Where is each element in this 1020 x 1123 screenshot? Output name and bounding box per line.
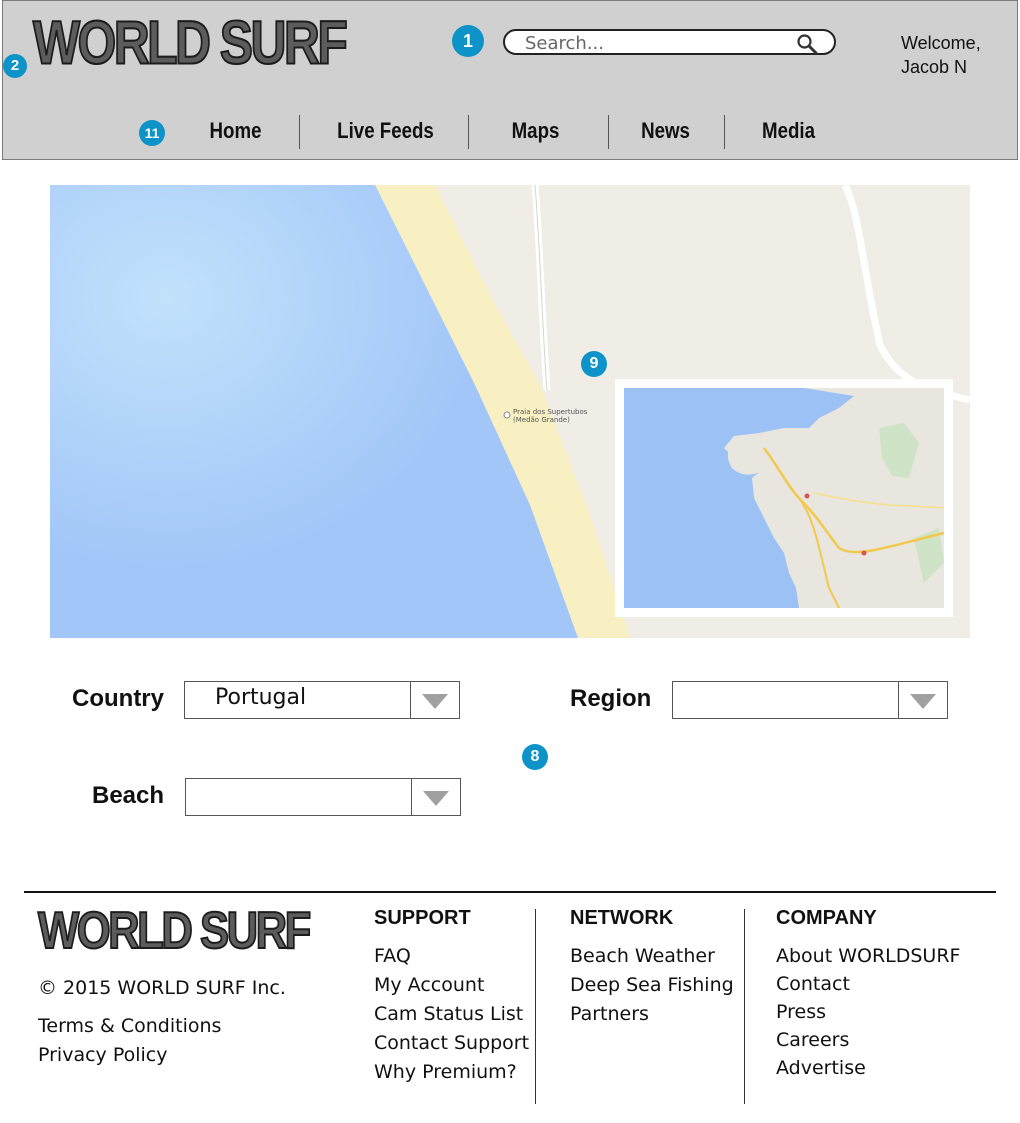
country-select-value: Portugal xyxy=(215,685,307,710)
country-select-toggle[interactable] xyxy=(410,682,459,718)
site-logo[interactable]: WORLD SURF xyxy=(32,11,349,74)
footer-column-divider xyxy=(744,909,745,1104)
inset-map-canvas xyxy=(624,388,944,608)
annotation-marker-2: 2 xyxy=(3,54,27,78)
chevron-down-icon xyxy=(422,694,448,709)
inset-map[interactable] xyxy=(624,388,944,608)
nav-divider xyxy=(468,115,469,149)
support-heading: SUPPORT xyxy=(374,907,471,929)
deep-sea-fishing-link[interactable]: Deep Sea Fishing xyxy=(570,974,734,996)
beach-select[interactable] xyxy=(185,778,461,816)
why-premium-link[interactable]: Why Premium? xyxy=(374,1061,517,1083)
press-link[interactable]: Press xyxy=(776,1001,826,1023)
map-poi-pin[interactable] xyxy=(503,411,511,419)
beach-weather-link[interactable]: Beach Weather xyxy=(570,945,715,967)
faq-link[interactable]: FAQ xyxy=(374,945,411,967)
annotation-marker-9: 9 xyxy=(581,351,607,377)
partners-link[interactable]: Partners xyxy=(570,1003,649,1025)
footer-column-divider xyxy=(535,909,536,1104)
terms-link[interactable]: Terms & Conditions xyxy=(38,1015,221,1037)
advertise-link[interactable]: Advertise xyxy=(776,1057,866,1079)
region-select-toggle[interactable] xyxy=(898,682,947,718)
nav-divider xyxy=(299,115,300,149)
nav-maps[interactable]: Maps xyxy=(495,113,576,149)
beach-select-toggle[interactable] xyxy=(411,779,460,815)
contact-support-link[interactable]: Contact Support xyxy=(374,1032,529,1054)
welcome-message: Welcome, Jacob N xyxy=(901,31,1011,79)
country-label: Country xyxy=(72,685,164,712)
nav-divider xyxy=(608,115,609,149)
nav-live-feeds[interactable]: Live Feeds xyxy=(328,113,443,149)
welcome-line: Welcome, xyxy=(901,33,981,53)
annotation-marker-11: 11 xyxy=(139,120,165,146)
nav-news[interactable]: News xyxy=(629,113,701,149)
contact-link[interactable]: Contact xyxy=(776,973,850,995)
copyright: © 2015 WORLD SURF Inc. xyxy=(38,977,286,999)
network-heading: NETWORK xyxy=(570,907,674,929)
search-icon[interactable] xyxy=(796,33,818,55)
map-inset[interactable] xyxy=(615,379,953,617)
company-heading: COMPANY xyxy=(776,907,877,929)
chevron-down-icon xyxy=(423,791,449,806)
footer-logo[interactable]: WORLD SURF xyxy=(37,904,312,958)
map-poi-label: Praia dos Supertubos xyxy=(513,408,588,416)
nav-media[interactable]: Media xyxy=(748,113,829,149)
annotation-marker-8: 8 xyxy=(522,744,548,770)
map-poi-label: (Medão Grande) xyxy=(513,416,570,424)
my-account-link[interactable]: My Account xyxy=(374,974,484,996)
site-header: WORLD SURF 2 1 Welcome, Jacob N 11 Home … xyxy=(2,0,1018,160)
country-select[interactable]: Portugal xyxy=(184,681,460,719)
inset-marker xyxy=(804,493,810,499)
user-name[interactable]: Jacob N xyxy=(901,55,1011,79)
nav-home[interactable]: Home xyxy=(195,113,276,149)
privacy-link[interactable]: Privacy Policy xyxy=(38,1044,167,1066)
region-label: Region xyxy=(570,685,652,712)
nav-divider xyxy=(724,115,725,149)
about-link[interactable]: About WORLDSURF xyxy=(776,945,960,967)
cam-status-list-link[interactable]: Cam Status List xyxy=(374,1003,523,1025)
search-input[interactable] xyxy=(523,32,787,54)
annotation-marker-1: 1 xyxy=(452,25,484,57)
region-select[interactable] xyxy=(672,681,948,719)
main-nav: 11 Home Live Feeds Maps News Media xyxy=(3,113,1019,153)
surf-map[interactable]: Praia dos Supertubos (Medão Grande) 9 xyxy=(50,185,970,638)
chevron-down-icon xyxy=(910,694,936,709)
beach-label: Beach xyxy=(92,782,165,809)
footer-divider-line xyxy=(24,891,996,893)
search-box[interactable] xyxy=(503,29,836,55)
inset-marker xyxy=(861,550,867,556)
careers-link[interactable]: Careers xyxy=(776,1029,849,1051)
